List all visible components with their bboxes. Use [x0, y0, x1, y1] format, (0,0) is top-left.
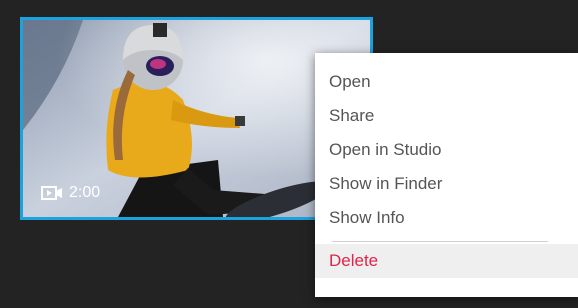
- menu-item-share[interactable]: Share: [315, 99, 578, 133]
- menu-item-delete[interactable]: Delete: [315, 244, 578, 278]
- context-menu: Open Share Open in Studio Show in Finder…: [315, 53, 578, 297]
- duration-text: 2:00: [69, 184, 101, 201]
- menu-item-open-in-studio[interactable]: Open in Studio: [315, 133, 578, 167]
- menu-item-show-info[interactable]: Show Info: [315, 201, 578, 235]
- menu-divider: [332, 241, 548, 242]
- video-camera-icon: [41, 186, 62, 200]
- menu-item-show-in-finder[interactable]: Show in Finder: [315, 167, 578, 201]
- menu-item-open[interactable]: Open: [315, 65, 578, 99]
- video-duration: 2:00: [41, 184, 100, 202]
